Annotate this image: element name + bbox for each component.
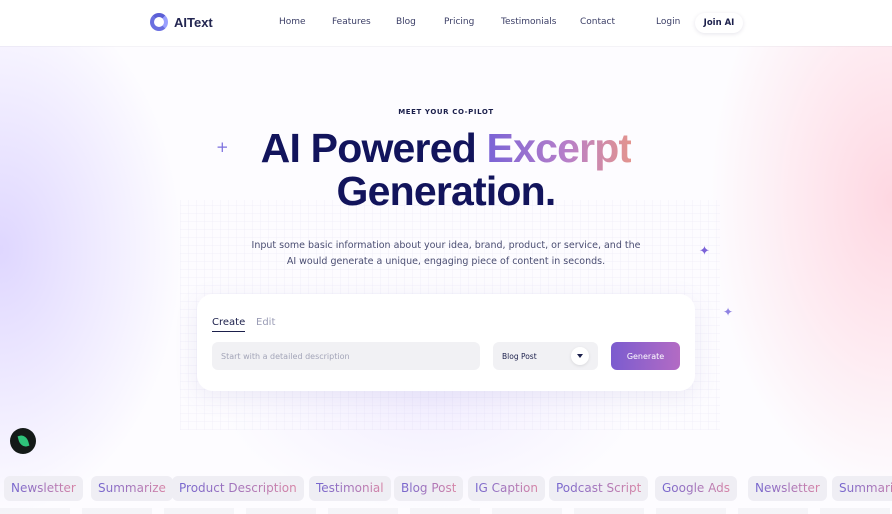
tag-chip[interactable]: Podcast Script: [549, 476, 649, 501]
hero-title-part2: Generation.: [336, 168, 556, 214]
description-input[interactable]: [212, 342, 480, 370]
hero-title-part1: AI Powered: [260, 125, 487, 171]
tag-chip[interactable]: Summarize: [91, 476, 173, 501]
nav-link-home[interactable]: Home: [279, 17, 306, 27]
content-type-value: Blog Post: [502, 351, 537, 361]
brand-logo[interactable]: AIText: [150, 13, 213, 31]
tag-chip[interactable]: Google Ads: [655, 476, 737, 501]
tab-create[interactable]: Create: [212, 317, 246, 332]
tag-label: Summarize: [98, 481, 166, 495]
tag-label: Summarize: [839, 481, 892, 495]
tab-edit[interactable]: Edit: [256, 317, 275, 328]
tag-label: Newsletter: [11, 481, 76, 495]
star-sparkle-icon: ✦: [699, 244, 710, 259]
hero-description: Input some basic information about your …: [251, 240, 641, 267]
tag-chip[interactable]: Newsletter: [4, 476, 83, 501]
generate-button[interactable]: Generate: [611, 342, 680, 370]
nav-link-features[interactable]: Features: [332, 17, 371, 27]
tag-label: Blog Post: [401, 481, 457, 495]
nav-link-pricing[interactable]: Pricing: [444, 17, 474, 27]
hero-title-accent: Excerpt: [486, 125, 633, 171]
star-sparkle-icon-small: ✦: [723, 305, 734, 319]
tag-chip[interactable]: Summarize: [832, 476, 892, 501]
join-ai-button[interactable]: Join AI: [695, 13, 743, 33]
hero-title: AI Powered Excerpt Generation.: [0, 127, 892, 213]
tag-label: Product Description: [179, 481, 297, 495]
plus-sparkle-icon: +: [216, 138, 229, 156]
hero-eyebrow: MEET YOUR CO-PILOT: [398, 108, 494, 116]
tag-marquee-row2: [0, 508, 892, 514]
nav-link-testimonials[interactable]: Testimonials: [501, 17, 556, 27]
nav-link-blog[interactable]: Blog: [396, 17, 416, 27]
tag-label: Podcast Script: [556, 481, 642, 495]
tag-label: Google Ads: [662, 481, 730, 495]
login-link[interactable]: Login: [656, 17, 680, 27]
chat-widget-button[interactable]: [10, 428, 36, 454]
content-type-select[interactable]: Blog Post: [493, 342, 598, 370]
generator-card: Create Edit Blog Post Generate: [197, 294, 695, 391]
tag-chip[interactable]: IG Caption: [468, 476, 545, 501]
tag-label: IG Caption: [475, 481, 538, 495]
tag-chip[interactable]: Newsletter: [748, 476, 827, 501]
chevron-down-icon[interactable]: [571, 347, 589, 365]
tag-chip[interactable]: Testimonial: [309, 476, 391, 501]
brand-name: AIText: [174, 14, 213, 30]
tag-chip[interactable]: Product Description: [172, 476, 304, 501]
tag-label: Newsletter: [755, 481, 820, 495]
tag-label: Testimonial: [316, 481, 384, 495]
leaf-icon: [17, 434, 29, 448]
logo-ring-icon: [150, 13, 168, 31]
navbar: AIText Home Features Blog Pricing Testim…: [0, 0, 892, 46]
nav-link-contact[interactable]: Contact: [580, 17, 615, 27]
tag-chip[interactable]: Blog Post: [394, 476, 464, 501]
